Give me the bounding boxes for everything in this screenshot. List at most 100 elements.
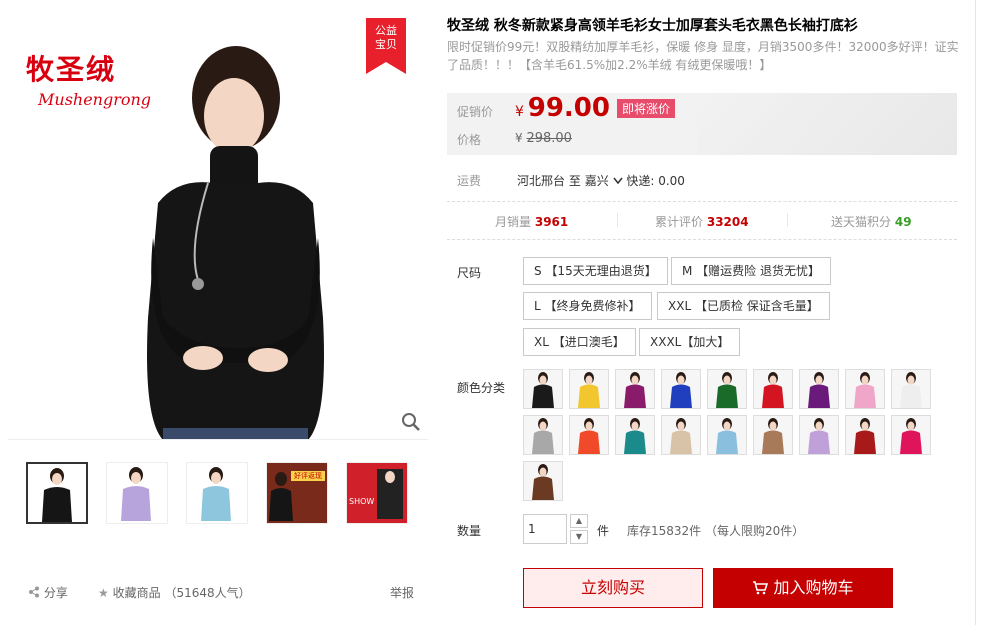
thumbnail-3[interactable]: [186, 462, 248, 524]
thumbnail-1[interactable]: [26, 462, 88, 524]
stock-info: 库存15832件 （每人限购20件）: [627, 522, 804, 539]
brand-logo: 牧圣绒 Mushengrong: [26, 48, 151, 109]
shipping-label: 运费: [457, 174, 482, 188]
ship-from: 河北邢台: [517, 174, 566, 188]
price-rise-tag: 即将涨价: [617, 99, 676, 118]
divider: [617, 213, 618, 227]
color-swatch[interactable]: [799, 369, 839, 409]
popularity-count: （51648人气）: [164, 586, 251, 600]
color-swatch[interactable]: [845, 415, 885, 455]
quantity-decrease-button[interactable]: ▼: [570, 530, 588, 544]
swatch-sweater-image: [624, 418, 646, 454]
promo-price-value: 99.00: [527, 93, 610, 123]
add-to-cart-button[interactable]: 加入购物车: [713, 568, 893, 608]
color-swatch[interactable]: [523, 369, 563, 409]
total-reviews[interactable]: 累计评价 33204: [655, 213, 749, 230]
color-swatch[interactable]: [615, 369, 655, 409]
swatch-sweater-image: [532, 464, 554, 500]
orig-price: ¥ 298.00: [515, 131, 572, 146]
main-product-image[interactable]: 牧圣绒 Mushengrong 公益 宝贝: [8, 18, 428, 440]
thumbnail-5[interactable]: SHOW: [346, 462, 408, 524]
model-photo: [118, 18, 358, 439]
favorite-link[interactable]: ★ 收藏商品 （51648人气）: [98, 584, 251, 601]
monthly-sales-value: 3961: [534, 215, 569, 229]
thumbnail-purple-sweater: [121, 467, 151, 521]
swatch-sweater-image: [808, 418, 830, 454]
tmall-points-value: 49: [894, 215, 912, 229]
size-option-xxl[interactable]: XXL 【已质检 保证含毛量】: [657, 292, 830, 320]
share-icon: [29, 586, 39, 598]
color-swatch[interactable]: [661, 369, 701, 409]
color-swatch[interactable]: [707, 415, 747, 455]
star-icon: ★: [98, 586, 109, 600]
orig-price-value: 298.00: [526, 131, 572, 146]
cart-icon: [753, 581, 769, 595]
thumbnail-2[interactable]: [106, 462, 168, 524]
color-swatch[interactable]: [523, 415, 563, 455]
quantity-increase-button[interactable]: ▲: [570, 514, 588, 528]
orig-currency-symbol: ¥: [515, 131, 523, 145]
ship-to-select[interactable]: 嘉兴: [585, 174, 627, 188]
divider: [447, 201, 957, 202]
color-swatch[interactable]: [753, 369, 793, 409]
color-swatch[interactable]: [569, 415, 609, 455]
color-swatch[interactable]: [891, 369, 931, 409]
swatch-sweater-image: [854, 372, 876, 408]
swatch-sweater-image: [762, 372, 784, 408]
color-swatch[interactable]: [799, 415, 839, 455]
color-swatch[interactable]: [891, 415, 931, 455]
size-label: 尺码: [457, 266, 482, 280]
stock-count: 库存15832件: [627, 524, 702, 538]
favorite-label: 收藏商品: [112, 586, 161, 600]
swatch-sweater-image: [578, 418, 600, 454]
swatch-sweater-image: [900, 418, 922, 454]
charity-badge-line1: 公益: [375, 24, 397, 37]
magnifier-icon[interactable]: [400, 411, 422, 433]
total-reviews-label: 累计评价: [655, 215, 704, 229]
swatch-sweater-image: [762, 418, 784, 454]
promo-price-label: 促销价: [457, 105, 494, 119]
brand-name-cn: 牧圣绒: [26, 53, 117, 86]
shipping-fee: 快递: 0.00: [626, 174, 685, 188]
brand-name-en: Mushengrong: [38, 90, 152, 109]
swatch-sweater-image: [854, 418, 876, 454]
swatch-sweater-image: [578, 372, 600, 408]
thumbnail-blue-sweater: [201, 467, 231, 521]
currency-symbol: ¥: [515, 104, 524, 120]
share-link[interactable]: 分享: [28, 584, 68, 601]
size-option-s[interactable]: S 【15天无理由退货】: [523, 257, 668, 285]
shipping-detail: 河北邢台 至 嘉兴 快递: 0.00: [517, 172, 685, 189]
tmall-points: 送天猫积分 49: [831, 213, 912, 230]
quantity-label: 数量: [457, 524, 482, 538]
color-swatch[interactable]: [523, 461, 563, 501]
report-link[interactable]: 举报: [390, 584, 414, 601]
size-option-xxxl[interactable]: XXXL【加大】: [639, 328, 741, 356]
share-label: 分享: [43, 586, 68, 600]
size-option-m[interactable]: M 【赠运费险 退货无忧】: [671, 257, 831, 285]
swatch-sweater-image: [670, 418, 692, 454]
thumbnail-4[interactable]: 好评返现: [266, 462, 328, 524]
ship-to: 嘉兴: [584, 174, 609, 188]
color-label: 颜色分类: [457, 381, 506, 395]
color-swatch[interactable]: [845, 369, 885, 409]
color-swatch[interactable]: [569, 369, 609, 409]
ship-to-word: 至: [568, 174, 581, 188]
color-swatch[interactable]: [707, 369, 747, 409]
color-swatch[interactable]: [753, 415, 793, 455]
thumbnail-show-text: SHOW: [349, 497, 375, 506]
product-info: 牧圣绒 秋冬新款紧身高领羊毛衫女士加厚套头毛衣黑色长袖打底衫 限时促销价99元！…: [447, 16, 959, 608]
buy-now-button[interactable]: 立刻购买: [523, 568, 703, 608]
color-swatch[interactable]: [661, 415, 701, 455]
quantity-unit: 件: [597, 524, 610, 538]
swatch-sweater-image: [532, 418, 554, 454]
quantity-input[interactable]: 1: [523, 514, 567, 544]
monthly-sales-label: 月销量: [495, 215, 532, 229]
color-swatch[interactable]: [615, 415, 655, 455]
sales-stats: 月销量 3961 累计评价 33204 送天猫积分 49: [447, 213, 957, 229]
size-option-xl[interactable]: XL 【进口澳毛】: [523, 328, 636, 356]
swatch-sweater-image: [670, 372, 692, 408]
swatch-sweater-image: [808, 372, 830, 408]
size-option-l[interactable]: L 【终身免费修补】: [523, 292, 652, 320]
chevron-down-icon: [612, 177, 623, 185]
thumbnail-black-sweater: [42, 468, 72, 522]
